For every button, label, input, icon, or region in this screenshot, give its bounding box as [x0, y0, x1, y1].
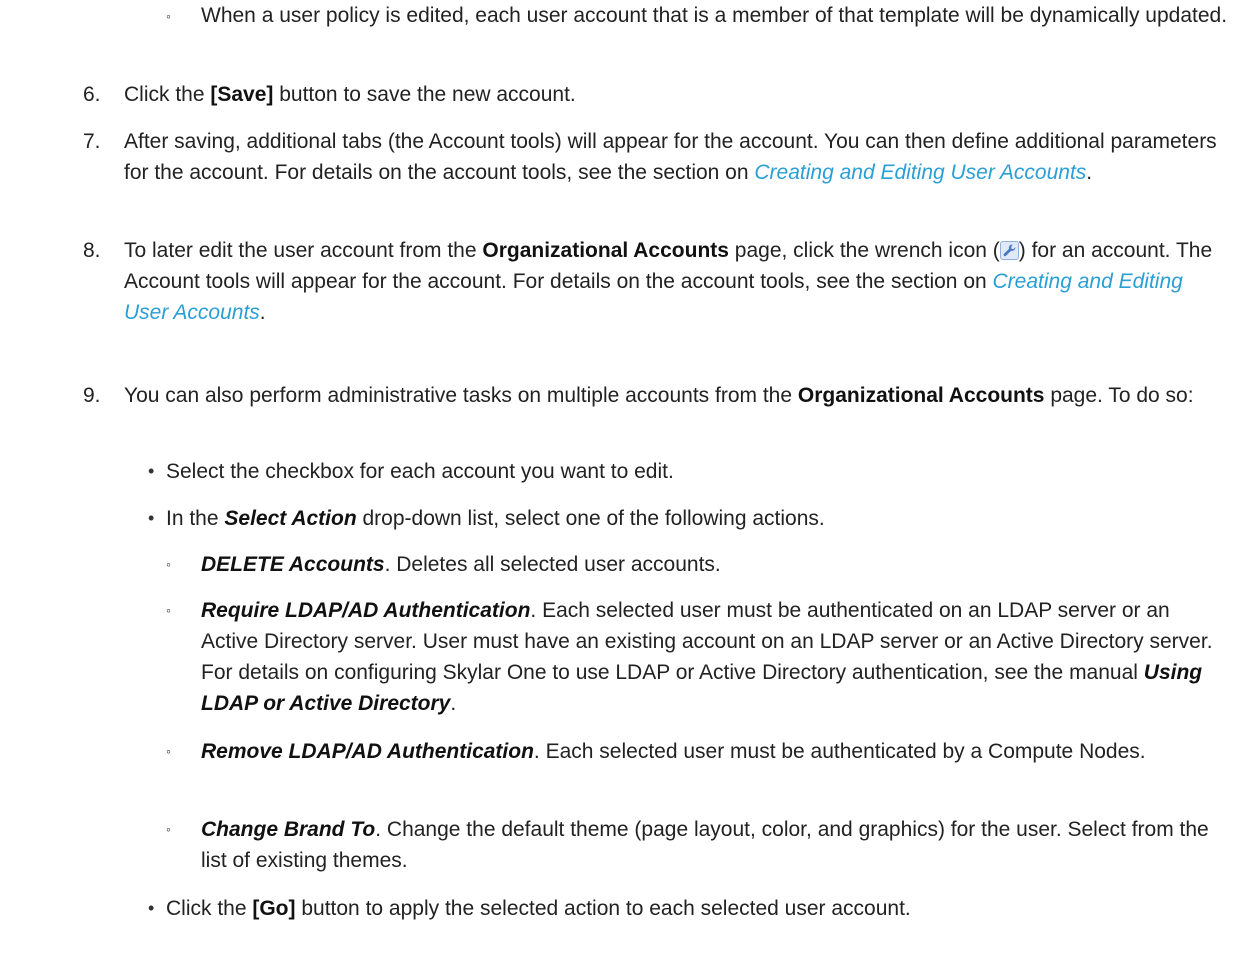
- bullet-marker-3: •: [148, 898, 155, 918]
- step-8-text: To later edit the user account from the: [124, 239, 483, 262]
- bullet-1-text: Select the checkbox for each account you…: [166, 460, 674, 483]
- require-ldap-ref: Require LDAP/AD Authentication: [201, 599, 531, 622]
- action-marker-1: ◦: [166, 556, 171, 572]
- action-marker-2: ◦: [166, 602, 171, 618]
- bullet-marker-2: •: [148, 508, 155, 528]
- organizational-accounts-ref: Organizational Accounts: [482, 239, 729, 262]
- step-8-text-mid: page, click the wrench icon (: [728, 239, 1000, 262]
- action-require-ldap: Require LDAP/AD Authentication. Each sel…: [201, 595, 1226, 719]
- select-action-ref: Select Action: [224, 507, 357, 530]
- document-page: ◦ When a user policy is edited, each use…: [0, 0, 1236, 970]
- action-1-text: . Deletes all selected user accounts.: [384, 553, 721, 576]
- action-marker-3: ◦: [166, 743, 171, 759]
- bullet-click-go: Click the [Go] button to apply the selec…: [166, 893, 1226, 924]
- step-6-text-end: button to save the new account.: [273, 83, 576, 106]
- sub-bullet-marker: ◦: [166, 8, 171, 24]
- step-8: To later edit the user account from the …: [124, 235, 1224, 328]
- step-9-number: 9.: [83, 384, 101, 407]
- action-change-brand: Change Brand To. Change the default them…: [201, 814, 1226, 876]
- step-8-end: .: [259, 301, 266, 324]
- creating-editing-user-accounts-link[interactable]: Creating and Editing User Accounts: [754, 161, 1086, 184]
- intro-sub-item: When a user policy is edited, each user …: [201, 0, 1231, 31]
- save-button-ref: [Save]: [210, 83, 274, 106]
- organizational-accounts-ref-2: Organizational Accounts: [797, 384, 1045, 407]
- step-6: Click the [Save] button to save the new …: [124, 79, 1224, 110]
- bullet-select-checkbox: Select the checkbox for each account you…: [166, 456, 1226, 487]
- bullet-select-action: In the Select Action drop-down list, sel…: [166, 503, 1226, 534]
- step-9: You can also perform administrative task…: [124, 380, 1224, 411]
- step-9-text-end: page. To do so:: [1044, 384, 1194, 407]
- step-9-text: You can also perform administrative task…: [124, 384, 798, 407]
- step-6-number: 6.: [83, 83, 101, 106]
- go-button-ref: [Go]: [252, 897, 296, 920]
- action-2-end: .: [450, 692, 457, 715]
- action-delete-accounts: DELETE Accounts. Deletes all selected us…: [201, 549, 1226, 580]
- step-7-number: 7.: [83, 130, 101, 153]
- bullet-2-text: In the: [166, 507, 225, 530]
- step-7: After saving, additional tabs (the Accou…: [124, 126, 1224, 188]
- delete-accounts-ref: DELETE Accounts: [201, 553, 385, 576]
- step-7-end: .: [1086, 161, 1093, 184]
- wrench-icon: [999, 241, 1019, 260]
- step-8-number: 8.: [83, 239, 101, 262]
- bullet-3-text-end: button to apply the selected action to e…: [295, 897, 911, 920]
- action-3-text: . Each selected user must be authenticat…: [533, 740, 1146, 763]
- bullet-3-text: Click the: [166, 897, 253, 920]
- bullet-marker-1: •: [148, 461, 155, 481]
- remove-ldap-ref: Remove LDAP/AD Authentication: [201, 740, 534, 763]
- intro-sub-text: When a user policy is edited, each user …: [201, 4, 1228, 27]
- action-remove-ldap: Remove LDAP/AD Authentication. Each sele…: [201, 736, 1226, 767]
- change-brand-ref: Change Brand To: [201, 818, 376, 841]
- bullet-2-text-end: drop-down list, select one of the follow…: [356, 507, 825, 530]
- step-6-text: Click the: [124, 83, 211, 106]
- action-marker-4: ◦: [166, 821, 171, 837]
